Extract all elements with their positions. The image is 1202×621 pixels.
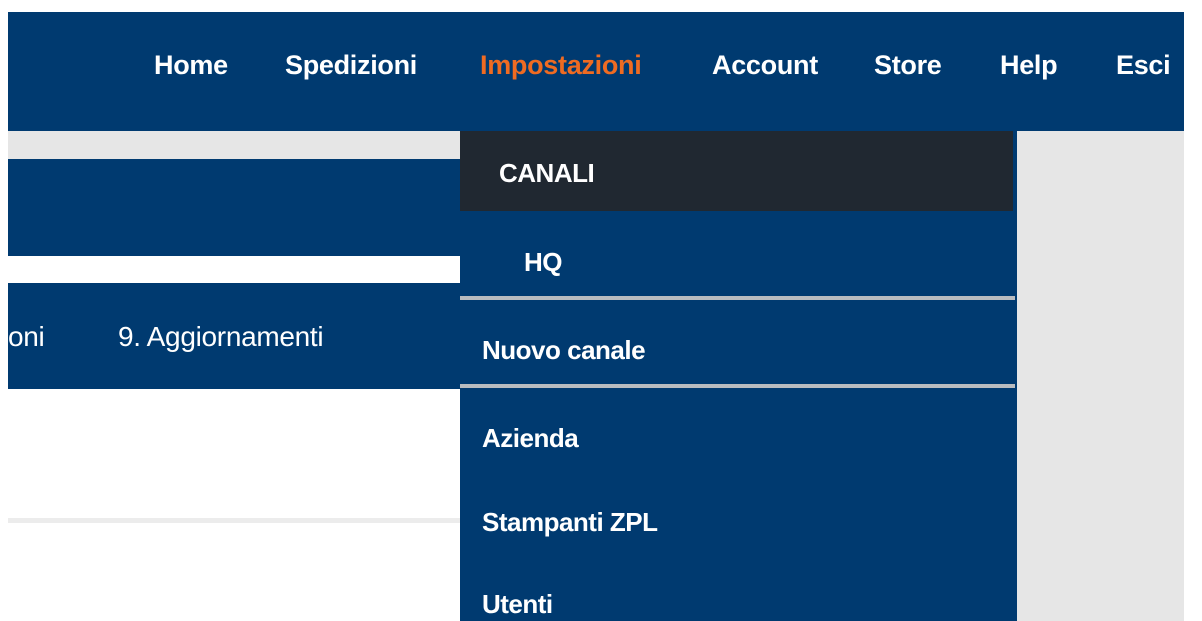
dropdown-item-hq[interactable]: HQ [524, 247, 563, 278]
dropdown-item-utenti[interactable]: Utenti [482, 589, 553, 620]
dropdown-item-azienda[interactable]: Azienda [482, 423, 579, 454]
impostazioni-dropdown-menu: CANALI HQ Nuovo canale Azienda Stampanti… [460, 131, 1017, 621]
dropdown-item-nuovo-canale[interactable]: Nuovo canale [482, 335, 646, 366]
tab-partial[interactable]: oni [8, 321, 45, 353]
dropdown-separator [460, 384, 1015, 388]
dropdown-header: CANALI [460, 131, 1013, 211]
dropdown-item-stampanti-zpl[interactable]: Stampanti ZPL [482, 507, 658, 538]
nav-store[interactable]: Store [874, 50, 942, 81]
content-divider [8, 518, 468, 523]
nav-impostazioni[interactable]: Impostazioni [480, 50, 642, 81]
nav-help[interactable]: Help [1000, 50, 1058, 81]
nav-spedizioni[interactable]: Spedizioni [285, 50, 417, 81]
dropdown-header-label: CANALI [499, 158, 595, 188]
tab-aggiornamenti[interactable]: 9. Aggiornamenti [118, 321, 324, 353]
right-gray-panel [1017, 131, 1184, 621]
nav-account[interactable]: Account [712, 50, 818, 81]
nav-home[interactable]: Home [154, 50, 228, 81]
dropdown-separator [460, 296, 1015, 300]
nav-esci[interactable]: Esci [1116, 50, 1171, 81]
